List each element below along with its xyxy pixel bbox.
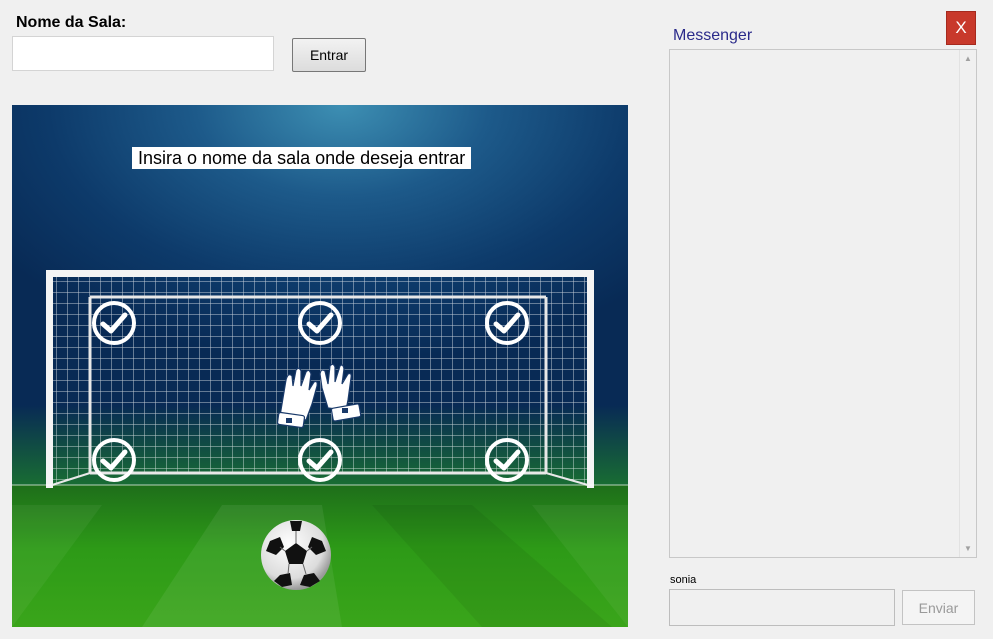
message-scrollbar[interactable]: ▲ ▼ <box>959 50 976 557</box>
messenger-title: Messenger <box>673 27 753 44</box>
instruction-text: Insira o nome da sala onde deseja entrar <box>132 147 472 169</box>
username-label: sonia <box>670 574 697 586</box>
room-name-label: Nome da Sala: <box>16 14 127 31</box>
room-name-input[interactable] <box>12 36 274 71</box>
message-input[interactable] <box>669 589 895 626</box>
target-bottom-left[interactable] <box>91 437 137 483</box>
soccer-ball-icon[interactable] <box>260 519 332 591</box>
message-log[interactable]: ▲ ▼ <box>669 49 977 558</box>
target-top-right[interactable] <box>484 300 530 346</box>
scroll-down-icon[interactable]: ▼ <box>960 540 976 557</box>
scroll-up-icon[interactable]: ▲ <box>960 50 976 67</box>
goalkeeper-gloves-icon <box>276 363 362 428</box>
check-circle-icon <box>298 438 342 482</box>
target-bottom-right[interactable] <box>484 437 530 483</box>
enter-button[interactable]: Entrar <box>292 38 366 72</box>
check-circle-icon <box>298 301 342 345</box>
close-button[interactable]: X <box>946 11 976 45</box>
check-circle-icon <box>485 438 529 482</box>
check-circle-icon <box>485 301 529 345</box>
check-circle-icon <box>92 301 136 345</box>
target-top-center[interactable] <box>297 300 343 346</box>
check-circle-icon <box>92 438 136 482</box>
game-panel: Insira o nome da sala onde deseja entrar <box>12 105 628 627</box>
target-top-left[interactable] <box>91 300 137 346</box>
send-button[interactable]: Enviar <box>902 590 975 625</box>
target-bottom-center[interactable] <box>297 437 343 483</box>
